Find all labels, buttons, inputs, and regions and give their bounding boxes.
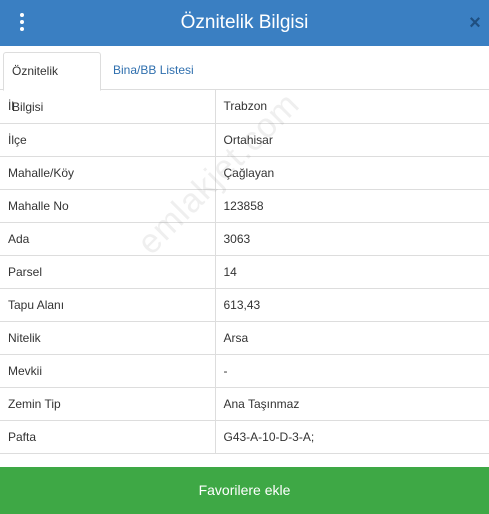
- close-icon[interactable]: ×: [467, 12, 483, 34]
- table-row: Nitelik Arsa: [0, 321, 489, 355]
- row-key: Mahalle/Köy: [0, 156, 216, 190]
- table-row: Parsel 14: [0, 255, 489, 289]
- add-to-favorites-button[interactable]: Favorilere ekle: [0, 467, 489, 514]
- row-value: 14: [215, 255, 489, 289]
- tab-oznitelik-bilgisi[interactable]: Öznitelik Bilgisi: [3, 52, 101, 114]
- row-value: 123858: [215, 189, 489, 223]
- row-key: Ada: [0, 222, 216, 256]
- row-key: Pafta: [0, 420, 216, 454]
- row-key: İlçe: [0, 123, 216, 157]
- row-value: Ana Taşınmaz: [215, 387, 489, 421]
- table-row: İl Trabzon: [0, 90, 489, 124]
- row-value: -: [215, 354, 489, 388]
- table-row: Mahalle/Köy Çağlayan: [0, 156, 489, 190]
- row-value: Arsa: [215, 321, 489, 355]
- row-key: Mevkii: [0, 354, 216, 388]
- row-value: G43-A-10-D-3-A;: [215, 420, 489, 454]
- row-key: Parsel: [0, 255, 216, 289]
- table-row: Pafta G43-A-10-D-3-A;: [0, 420, 489, 454]
- table-row: İlçe Ortahisar: [0, 123, 489, 157]
- row-value: Trabzon: [215, 90, 489, 124]
- attribute-table: İl Trabzon İlçe Ortahisar Mahalle/Köy Ça…: [0, 90, 489, 454]
- row-value: 613,43: [215, 288, 489, 322]
- row-key: Zemin Tip: [0, 387, 216, 421]
- table-row: Ada 3063: [0, 222, 489, 256]
- row-key: Tapu Alanı: [0, 288, 216, 322]
- dialog-title: Öznitelik Bilgisi: [180, 12, 309, 33]
- table-row: Zemin Tip Ana Taşınmaz: [0, 387, 489, 421]
- row-value: Ortahisar: [215, 123, 489, 157]
- table-row: Tapu Alanı 613,43: [0, 288, 489, 322]
- table-row: Mevkii -: [0, 354, 489, 388]
- row-value: Çağlayan: [215, 156, 489, 190]
- table-row: Mahalle No 123858: [0, 189, 489, 223]
- tab-bar: Öznitelik Bilgisi Bina/BB Listesi: [0, 46, 489, 114]
- row-key: İl: [0, 90, 216, 124]
- tab-bina-bb-listesi[interactable]: Bina/BB Listesi: [105, 52, 202, 90]
- row-key: Nitelik: [0, 321, 216, 355]
- row-value: 3063: [215, 222, 489, 256]
- dialog-header: Öznitelik Bilgisi ×: [0, 0, 489, 46]
- row-key: Mahalle No: [0, 189, 216, 223]
